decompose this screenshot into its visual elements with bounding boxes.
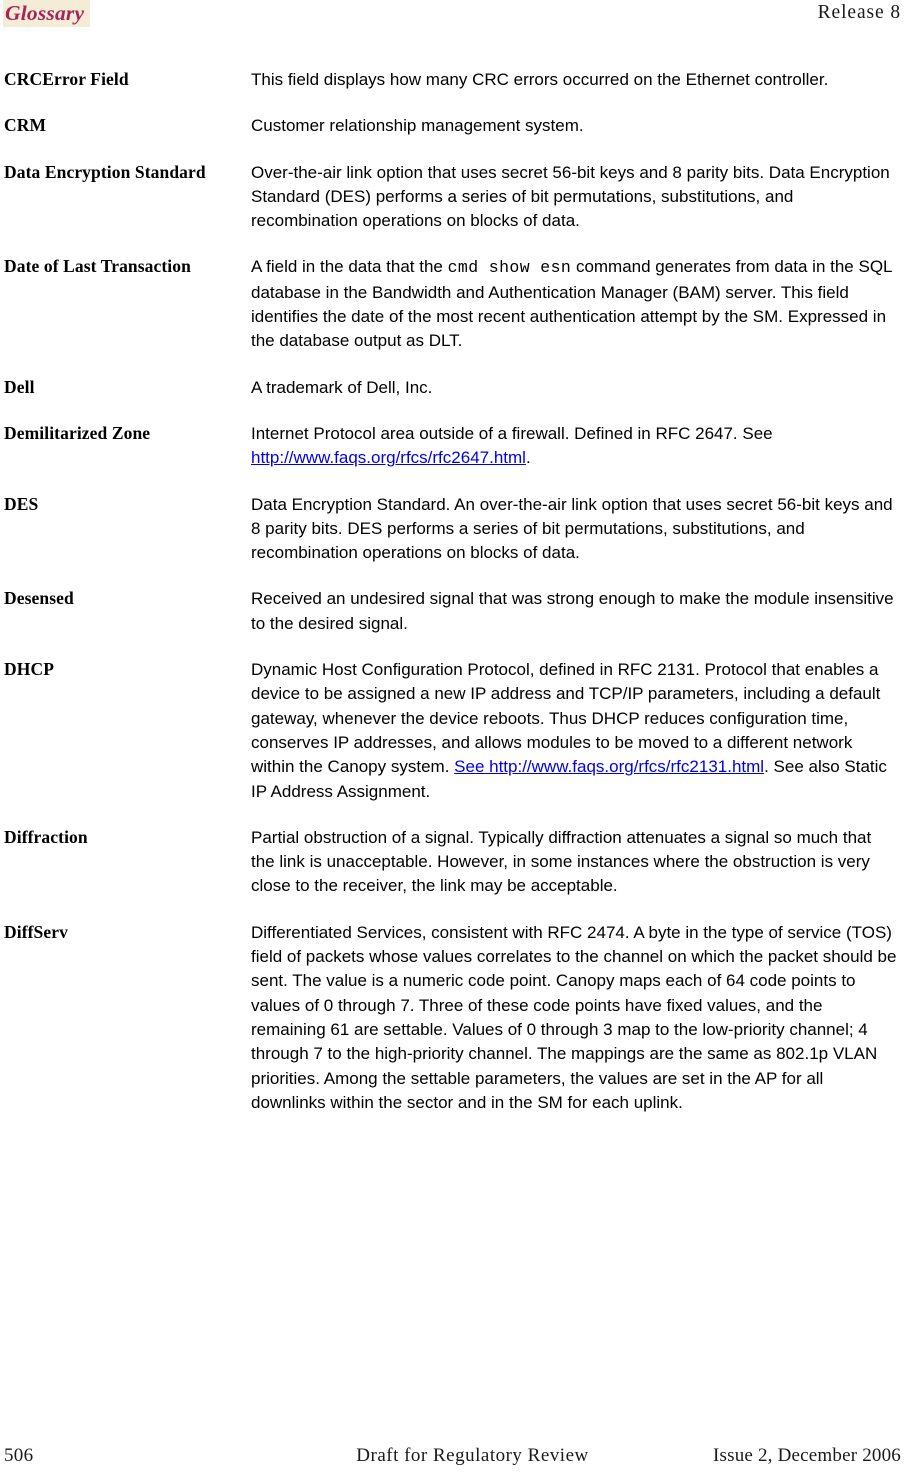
- glossary-term: DHCP: [4, 659, 54, 680]
- glossary-entry: DiffServ Differentiated Services, consist…: [0, 921, 905, 1115]
- glossary-term: CRCError Field: [4, 69, 129, 89]
- glossary-entry: Data Encryption Standard Over-the-air lin…: [0, 161, 905, 234]
- glossary-term: DES: [4, 493, 39, 514]
- glossary-entry-list: CRCError Field This field displays how ma…: [0, 68, 905, 1137]
- glossary-entry: Dell A trademark of Dell, Inc.: [0, 376, 905, 400]
- glossary-definition: Partial obstruction of a signal. Typical…: [251, 827, 872, 896]
- glossary-entry: DHCP Dynamic Host Configuration Protocol,…: [0, 658, 905, 804]
- running-header: Glossary Release 8: [0, 0, 905, 30]
- glossary-term: DiffServ: [4, 921, 68, 942]
- glossary-definition: Received an undesired signal that was st…: [251, 589, 894, 633]
- glossary-entry: Date of Last Transaction A field in the d…: [0, 255, 905, 353]
- glossary-definition: Customer relationship management system.: [251, 116, 584, 136]
- glossary-term: Date of Last Transaction: [4, 256, 191, 277]
- glossary-entry: Desensed Received an undesired signal tha…: [0, 587, 905, 636]
- glossary-definition: A field in the data that the cmd show es…: [251, 255, 905, 353]
- glossary-term: Demilitarized Zone: [4, 422, 151, 443]
- glossary-term: Data Encryption Standard: [4, 161, 206, 182]
- glossary-term: Desensed: [4, 588, 74, 609]
- glossary-term: Dell: [4, 376, 35, 397]
- glossary-definition: Over-the-air link option that uses secre…: [251, 162, 890, 231]
- glossary-entry: Diffraction Partial obstruction of a sign…: [0, 826, 905, 899]
- glossary-page: Glossary Release 8 CRCError Field This fi…: [0, 0, 905, 1481]
- definition-text-run: .: [525, 448, 531, 468]
- glossary-definition: This field displays how many CRC errors …: [251, 70, 829, 89]
- running-footer: 506 Draft for Regulatory Review Issue 2,…: [0, 1445, 905, 1473]
- inline-command-text: cmd show esn: [447, 258, 572, 278]
- glossary-entry: Demilitarized Zone Internet Protocol area…: [0, 422, 905, 471]
- glossary-definition: Data Encryption Standard. An over-the-ai…: [251, 494, 893, 563]
- glossary-entry: DES Data Encryption Standard. An over-the…: [0, 493, 905, 566]
- header-chapter-title: Glossary: [3, 0, 91, 27]
- glossary-term: Diffraction: [4, 826, 88, 847]
- glossary-definition: Differentiated Services, consistent with…: [251, 922, 897, 1112]
- glossary-definition: Internet Protocol area outside of a fire…: [251, 422, 905, 471]
- glossary-entry: CRM Customer relationship management syst…: [0, 114, 905, 138]
- glossary-term: CRM: [4, 115, 47, 136]
- external-link[interactable]: http://www.faqs.org/rfcs/rfc2647.html: [251, 448, 526, 467]
- definition-text-run: A field in the data that the: [251, 257, 448, 277]
- header-release-label: Release 8: [817, 2, 901, 23]
- definition-text-run: Internet Protocol area outside of a fire…: [251, 423, 773, 443]
- glossary-definition: A trademark of Dell, Inc.: [251, 377, 433, 397]
- glossary-definition: Dynamic Host Configuration Protocol, def…: [251, 658, 905, 804]
- glossary-entry: CRCError Field This field displays how ma…: [0, 68, 905, 92]
- footer-issue-text: Issue 2, December 2006: [712, 1445, 901, 1466]
- external-link[interactable]: See http://www.faqs.org/rfcs/rfc2131.htm…: [454, 757, 764, 776]
